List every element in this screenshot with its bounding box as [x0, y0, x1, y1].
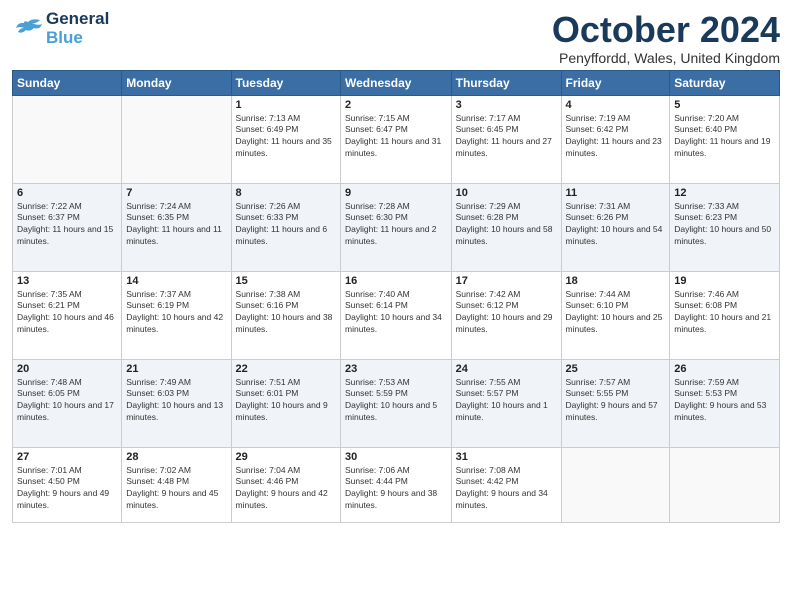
table-row: 2Sunrise: 7:15 AMSunset: 6:47 PMDaylight…	[341, 95, 452, 183]
table-row: 31Sunrise: 7:08 AMSunset: 4:42 PMDayligh…	[451, 447, 561, 522]
table-row	[561, 447, 670, 522]
table-row: 15Sunrise: 7:38 AMSunset: 6:16 PMDayligh…	[231, 271, 340, 359]
calendar-table: Sunday Monday Tuesday Wednesday Thursday…	[12, 70, 780, 523]
table-row: 13Sunrise: 7:35 AMSunset: 6:21 PMDayligh…	[13, 271, 122, 359]
table-row: 18Sunrise: 7:44 AMSunset: 6:10 PMDayligh…	[561, 271, 670, 359]
table-row: 19Sunrise: 7:46 AMSunset: 6:08 PMDayligh…	[670, 271, 780, 359]
month-title: October 2024	[552, 10, 780, 50]
logo-text-general: General	[46, 10, 109, 29]
table-row: 6Sunrise: 7:22 AMSunset: 6:37 PMDaylight…	[13, 183, 122, 271]
location: Penyffordd, Wales, United Kingdom	[552, 50, 780, 66]
table-row: 26Sunrise: 7:59 AMSunset: 5:53 PMDayligh…	[670, 359, 780, 447]
col-thursday: Thursday	[451, 70, 561, 95]
logo-text-blue: Blue	[46, 29, 109, 48]
main-container: General Blue October 2024 Penyffordd, Wa…	[0, 0, 792, 531]
header: General Blue October 2024 Penyffordd, Wa…	[12, 10, 780, 66]
table-row: 30Sunrise: 7:06 AMSunset: 4:44 PMDayligh…	[341, 447, 452, 522]
table-row: 8Sunrise: 7:26 AMSunset: 6:33 PMDaylight…	[231, 183, 340, 271]
col-wednesday: Wednesday	[341, 70, 452, 95]
table-row: 14Sunrise: 7:37 AMSunset: 6:19 PMDayligh…	[122, 271, 231, 359]
table-row	[670, 447, 780, 522]
table-row: 4Sunrise: 7:19 AMSunset: 6:42 PMDaylight…	[561, 95, 670, 183]
table-row: 17Sunrise: 7:42 AMSunset: 6:12 PMDayligh…	[451, 271, 561, 359]
table-row: 29Sunrise: 7:04 AMSunset: 4:46 PMDayligh…	[231, 447, 340, 522]
table-row: 1Sunrise: 7:13 AMSunset: 6:49 PMDaylight…	[231, 95, 340, 183]
table-row: 10Sunrise: 7:29 AMSunset: 6:28 PMDayligh…	[451, 183, 561, 271]
logo: General Blue	[12, 10, 109, 47]
table-row	[122, 95, 231, 183]
table-row: 20Sunrise: 7:48 AMSunset: 6:05 PMDayligh…	[13, 359, 122, 447]
table-row: 5Sunrise: 7:20 AMSunset: 6:40 PMDaylight…	[670, 95, 780, 183]
table-row: 25Sunrise: 7:57 AMSunset: 5:55 PMDayligh…	[561, 359, 670, 447]
table-row: 11Sunrise: 7:31 AMSunset: 6:26 PMDayligh…	[561, 183, 670, 271]
logo-bird-icon	[12, 18, 44, 40]
col-saturday: Saturday	[670, 70, 780, 95]
table-row: 28Sunrise: 7:02 AMSunset: 4:48 PMDayligh…	[122, 447, 231, 522]
table-row: 3Sunrise: 7:17 AMSunset: 6:45 PMDaylight…	[451, 95, 561, 183]
table-row: 24Sunrise: 7:55 AMSunset: 5:57 PMDayligh…	[451, 359, 561, 447]
col-tuesday: Tuesday	[231, 70, 340, 95]
table-row: 12Sunrise: 7:33 AMSunset: 6:23 PMDayligh…	[670, 183, 780, 271]
table-row: 16Sunrise: 7:40 AMSunset: 6:14 PMDayligh…	[341, 271, 452, 359]
calendar-header-row: Sunday Monday Tuesday Wednesday Thursday…	[13, 70, 780, 95]
calendar-body: 1Sunrise: 7:13 AMSunset: 6:49 PMDaylight…	[13, 95, 780, 522]
col-friday: Friday	[561, 70, 670, 95]
table-row: 21Sunrise: 7:49 AMSunset: 6:03 PMDayligh…	[122, 359, 231, 447]
title-block: October 2024 Penyffordd, Wales, United K…	[552, 10, 780, 66]
col-sunday: Sunday	[13, 70, 122, 95]
table-row: 9Sunrise: 7:28 AMSunset: 6:30 PMDaylight…	[341, 183, 452, 271]
table-row: 23Sunrise: 7:53 AMSunset: 5:59 PMDayligh…	[341, 359, 452, 447]
table-row: 7Sunrise: 7:24 AMSunset: 6:35 PMDaylight…	[122, 183, 231, 271]
table-row: 27Sunrise: 7:01 AMSunset: 4:50 PMDayligh…	[13, 447, 122, 522]
col-monday: Monday	[122, 70, 231, 95]
table-row: 22Sunrise: 7:51 AMSunset: 6:01 PMDayligh…	[231, 359, 340, 447]
table-row	[13, 95, 122, 183]
